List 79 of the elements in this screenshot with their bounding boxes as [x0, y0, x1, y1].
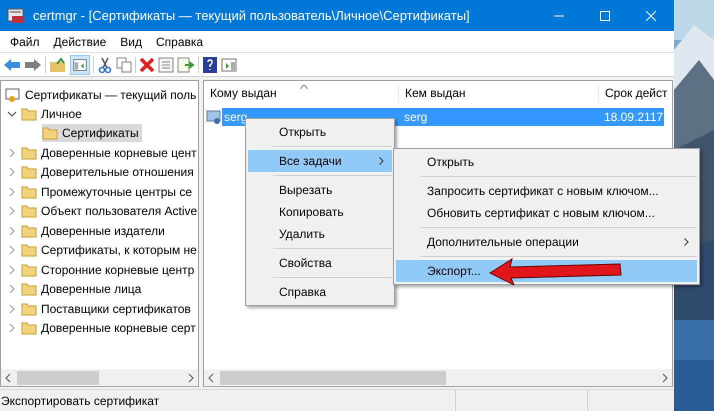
tree-item[interactable]: Поставщики сертификатов [21, 300, 194, 318]
certificate-icon [206, 109, 222, 125]
maximize-icon [600, 10, 610, 20]
tree-item[interactable]: Доверенные лица [21, 280, 144, 298]
scrollbar-thumb[interactable] [17, 370, 99, 384]
window-title: certmgr - [Сертификаты — текущий пользователь\Личное\Сертификаты] [33, 6, 470, 25]
folder-icon [21, 184, 37, 199]
menu-item[interactable]: Справка [248, 281, 392, 303]
copy-icon[interactable] [116, 56, 132, 72]
cut-icon[interactable] [97, 56, 113, 72]
delete-icon[interactable] [139, 56, 155, 72]
menu-item[interactable]: Все задачи [248, 150, 392, 172]
expand-chevron-icon[interactable] [7, 324, 17, 332]
tree-item[interactable]: Доверенные издатели [21, 222, 168, 240]
expand-chevron-icon[interactable] [7, 266, 17, 274]
tree-item[interactable]: Доверенные корневые цент [21, 144, 198, 162]
menu-item[interactable]: Свойства [248, 252, 392, 274]
folder-icon [42, 126, 58, 140]
menu-item[interactable]: Действие [46, 31, 114, 52]
folder-icon [21, 165, 37, 180]
help-icon[interactable] [202, 56, 218, 72]
menu-item[interactable]: Копировать [248, 201, 392, 223]
window-icon[interactable] [221, 56, 237, 72]
expand-chevron-icon[interactable] [7, 188, 17, 196]
expand-chevron-icon[interactable] [7, 226, 17, 235]
pointer-arrow-icon [488, 255, 623, 285]
menu-item[interactable]: Файл [3, 31, 47, 52]
expand-chevron-icon[interactable] [7, 304, 17, 313]
tree-item[interactable]: Сторонние корневые центр [21, 260, 198, 279]
sort-indicator-icon [300, 84, 308, 89]
menu-item[interactable]: Вырезать [248, 179, 392, 201]
folder-up-icon[interactable] [49, 56, 67, 72]
collapse-chevron-icon[interactable] [7, 110, 17, 118]
folder-icon [21, 302, 37, 316]
export-icon[interactable] [177, 56, 195, 72]
column-header[interactable]: Срок дейст [598, 84, 668, 102]
folder-icon [21, 146, 37, 160]
folder-icon [21, 282, 37, 296]
expand-chevron-icon[interactable] [7, 246, 17, 254]
tree-item[interactable]: Сертификаты, к которым не [21, 241, 198, 260]
folder-icon [21, 224, 37, 238]
menu-item[interactable]: Открыть [396, 151, 697, 173]
certificate-store-icon [5, 86, 21, 102]
tree-item[interactable]: Сертификаты — текущий поль [25, 86, 196, 104]
folder-icon [21, 262, 37, 277]
tree-toggle-icon[interactable] [70, 54, 90, 74]
expand-chevron-icon[interactable] [7, 207, 17, 216]
expand-chevron-icon[interactable] [7, 168, 17, 176]
scrollbar-thumb[interactable] [220, 370, 446, 384]
table-cell-text: serg [403, 109, 428, 126]
menu-item[interactable]: Удалить [248, 223, 392, 245]
folder-icon [21, 106, 37, 121]
forward-icon[interactable] [24, 58, 42, 72]
expand-chevron-icon[interactable] [7, 148, 17, 157]
tree-item[interactable]: Сертификаты [42, 124, 142, 142]
menu-item[interactable]: Дополнительные операции [396, 231, 697, 253]
menu-item[interactable]: Вид [113, 31, 149, 52]
menu-item[interactable]: Обновить сертификат с новым ключом... [396, 202, 697, 224]
tree-item[interactable]: Личное [21, 104, 85, 123]
expand-chevron-icon[interactable] [7, 285, 17, 294]
properties-icon[interactable] [158, 56, 174, 72]
close-icon [646, 10, 656, 20]
back-icon[interactable] [3, 58, 21, 72]
column-header[interactable]: Кем выдан [398, 84, 598, 102]
horizontal-scrollbar[interactable] [1, 369, 198, 386]
folder-icon [21, 243, 37, 258]
folder-icon [21, 204, 37, 218]
tree-item[interactable]: Промежуточные центры се [21, 182, 196, 201]
horizontal-scrollbar[interactable] [204, 369, 672, 386]
tree-item[interactable]: Доверенные корневые серт [21, 319, 198, 338]
column-header[interactable]: Кому выдан [204, 84, 398, 102]
table-cell-text: 18.09.2117 [603, 109, 664, 126]
status-text: Экспортировать сертификат [0, 392, 160, 410]
menu-item[interactable]: Запросить сертификат с новым ключом... [396, 180, 697, 202]
app-icon [7, 8, 25, 24]
tree-item[interactable]: Доверительные отношения [21, 163, 197, 182]
menu-item[interactable]: Справка [149, 31, 210, 52]
tree-item[interactable]: Объект пользователя Active [21, 202, 198, 220]
folder-icon [21, 321, 37, 336]
